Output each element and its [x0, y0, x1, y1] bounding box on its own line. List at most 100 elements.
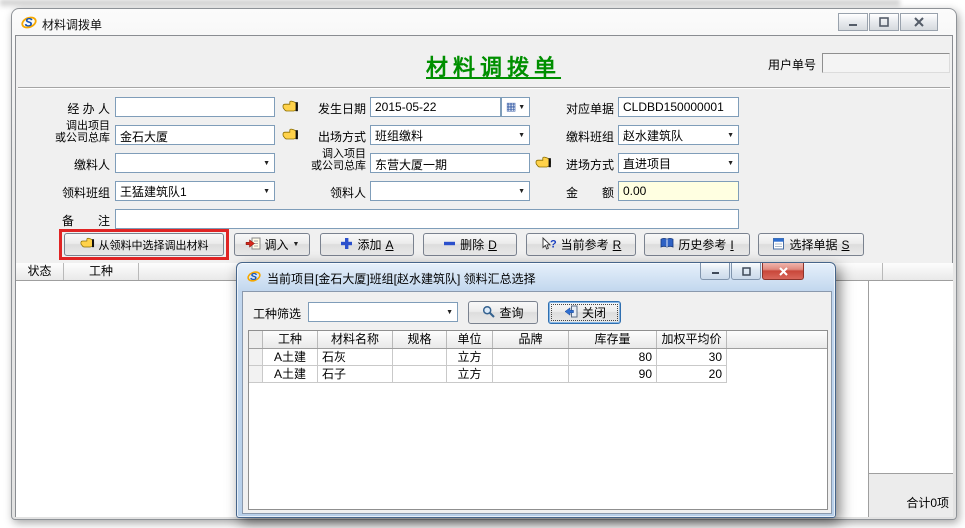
chevron-down-icon: ▼ [727, 132, 734, 139]
summary-table: 工种 材料名称 规格 单位 品牌 库存量 加权平均价 A土建 石灰 立方 [248, 330, 828, 510]
history-reference-button[interactable]: 历史参考I [644, 233, 750, 256]
transfer-in-button[interactable]: 调入 ▼ [234, 233, 310, 256]
svg-text:S: S [25, 16, 33, 30]
column-header-worktype[interactable]: 工种 [64, 263, 139, 280]
chevron-down-icon: ▼ [518, 104, 525, 111]
receiver-label: 领料人 [318, 184, 366, 201]
summary-footer: 合计0项 [869, 473, 953, 517]
receiver-combobox[interactable]: ▼ [370, 181, 530, 201]
dialog-maximize-button[interactable] [731, 263, 761, 280]
dialog-title: 当前项目[金石大厦]班组[赵水建筑队] 领料汇总选择 [267, 270, 536, 287]
svg-text:?: ? [550, 238, 557, 250]
doc-no-label: 对应单据 [562, 100, 614, 117]
chevron-down-icon: ▼ [518, 132, 525, 139]
dialog-minimize-button[interactable] [700, 263, 730, 280]
exit-door-icon [563, 305, 578, 321]
row-selector-header [249, 331, 263, 348]
select-material-button[interactable]: 从领料中选择调出材料 [64, 233, 224, 256]
plus-icon [340, 237, 353, 253]
column-header-material[interactable]: 材料名称 [318, 331, 393, 348]
maximize-button[interactable] [869, 13, 899, 31]
chevron-down-icon: ▼ [263, 188, 270, 195]
chevron-down-icon: ▼ [446, 309, 453, 316]
row-selector[interactable] [249, 349, 263, 366]
table-row[interactable]: A土建 石灰 立方 80 30 [249, 349, 827, 366]
pay-team-combobox[interactable]: 赵水建筑队 ▼ [618, 125, 739, 145]
column-header-worktype[interactable]: 工种 [263, 331, 318, 348]
row-selector[interactable] [249, 366, 263, 383]
svg-text:S: S [250, 271, 257, 283]
screen: S 材料调拨单 材料调拨单 用户单号 经 办 人 发生日期 2 [0, 0, 965, 528]
operator-label: 经 办 人 [42, 100, 110, 117]
receive-team-label: 领料班组 [58, 184, 110, 201]
header-divider [18, 87, 950, 89]
close-dialog-button[interactable]: 关闭 [548, 301, 621, 324]
select-document-button[interactable]: 选择单据S [758, 233, 864, 256]
magnifier-icon [482, 305, 495, 321]
summary-panel: 合计0项 [869, 263, 953, 517]
column-header-spec[interactable]: 规格 [393, 331, 447, 348]
doc-no-input[interactable]: CLDBD150000001 [618, 97, 739, 117]
select-hand-icon[interactable] [282, 128, 299, 146]
current-reference-button[interactable]: ? 当前参考R [526, 233, 636, 256]
amount-label: 金 额 [562, 184, 614, 201]
payer-label: 缴料人 [62, 156, 110, 173]
app-icon: S [247, 269, 261, 288]
close-button[interactable] [900, 13, 938, 31]
user-no-field[interactable] [822, 53, 950, 73]
dialog-client-area: 工种筛选 ▼ 查询 关闭 工种 [242, 291, 832, 514]
out-project-input[interactable]: 金石大厦 [115, 125, 275, 145]
chevron-down-icon: ▼ [518, 188, 525, 195]
out-method-combobox[interactable]: 班组缴料 ▼ [370, 125, 530, 145]
cursor-question-icon: ? [541, 237, 557, 253]
book-icon [660, 237, 674, 252]
in-method-label: 进场方式 [562, 156, 614, 173]
select-hand-icon [80, 237, 95, 252]
filter-combobox[interactable]: ▼ [308, 302, 458, 322]
column-header-avgprice[interactable]: 加权平均价 [657, 331, 727, 348]
user-no-label: 用户单号 [768, 56, 816, 73]
date-input[interactable]: 2015-05-22 [370, 97, 501, 117]
date-picker-button[interactable]: ▦ ▼ [501, 97, 530, 117]
out-method-label: 出场方式 [314, 128, 366, 145]
page-title: 材料调拨单 [426, 50, 561, 82]
pay-team-label: 缴料班组 [562, 128, 614, 145]
column-header-status[interactable]: 状态 [16, 263, 64, 280]
chevron-down-icon: ▼ [727, 160, 734, 167]
chevron-down-icon: ▼ [293, 241, 300, 248]
add-button[interactable]: 添加A [320, 233, 414, 256]
filter-label: 工种筛选 [253, 305, 301, 322]
payer-combobox[interactable]: ▼ [115, 153, 275, 173]
in-project-input[interactable]: 东营大厦一期 [370, 153, 530, 173]
app-icon: S [21, 14, 37, 35]
column-header-spacer [727, 331, 827, 348]
date-label: 发生日期 [314, 100, 366, 117]
notepad-icon [772, 237, 785, 253]
column-header-brand[interactable]: 品牌 [493, 331, 569, 348]
dialog-close-button[interactable] [762, 263, 804, 280]
minimize-button[interactable] [838, 13, 868, 31]
in-method-combobox[interactable]: 直进项目 ▼ [618, 153, 739, 173]
in-project-label: 调入项目 或公司总库 [292, 148, 366, 172]
summary-select-dialog: S 当前项目[金石大厦]班组[赵水建筑队] 领料汇总选择 工种筛选 ▼ 查询 [236, 262, 836, 518]
remark-label: 备 注 [58, 212, 110, 229]
out-project-label: 调出项目 或公司总库 [32, 120, 110, 144]
delete-button[interactable]: 删除D [423, 233, 517, 256]
minus-icon [443, 237, 456, 253]
calendar-icon: ▦ [506, 102, 516, 113]
amount-input[interactable]: 0.00 [618, 181, 739, 201]
chevron-down-icon: ▼ [263, 160, 270, 167]
select-hand-icon[interactable] [535, 156, 552, 174]
remark-input[interactable] [115, 209, 739, 229]
operator-input[interactable] [115, 97, 275, 117]
summary-table-header: 工种 材料名称 规格 单位 品牌 库存量 加权平均价 [249, 331, 827, 349]
window-title: 材料调拨单 [42, 16, 102, 33]
total-count-label: 合计0项 [906, 494, 949, 511]
column-header-unit[interactable]: 单位 [447, 331, 493, 348]
document-red-arrow-icon [245, 237, 261, 253]
receive-team-combobox[interactable]: 王猛建筑队1 ▼ [115, 181, 275, 201]
column-header-stock[interactable]: 库存量 [569, 331, 657, 348]
select-hand-icon[interactable] [282, 100, 299, 118]
query-button[interactable]: 查询 [468, 301, 538, 324]
table-row[interactable]: A土建 石子 立方 90 20 [249, 366, 827, 383]
